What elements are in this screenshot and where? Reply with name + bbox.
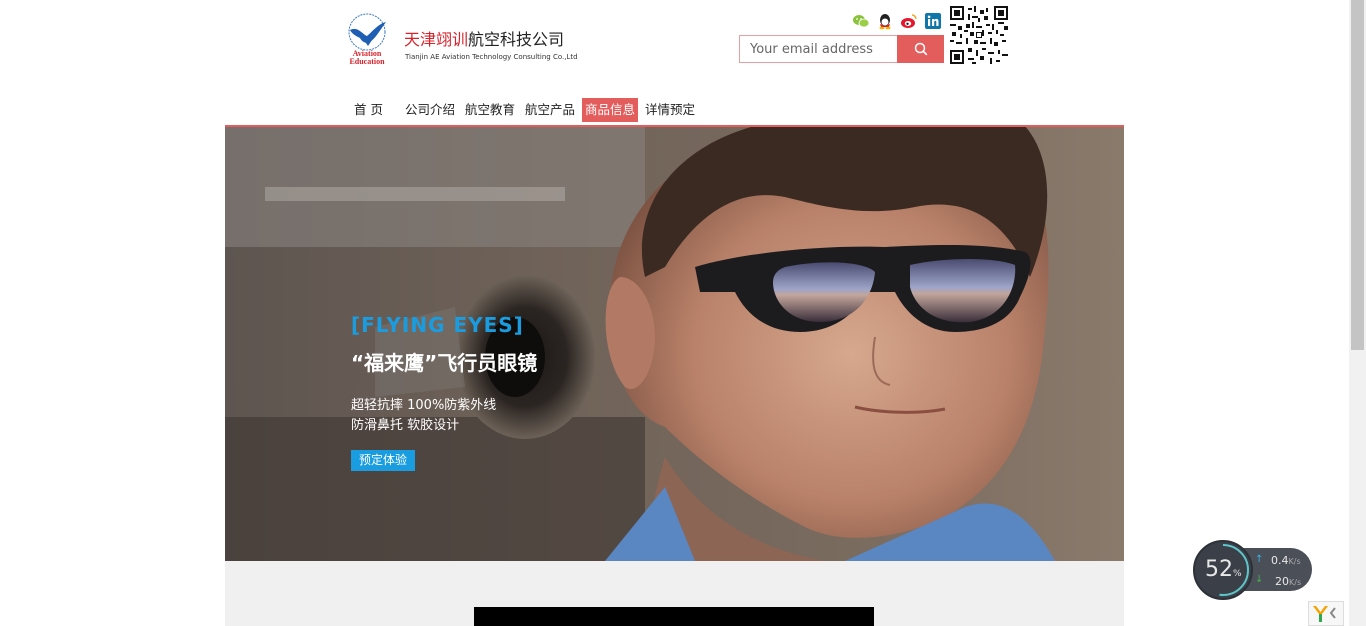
- logo-chinese-name: 天津翊训航空科技公司: [404, 30, 564, 50]
- book-experience-button[interactable]: 预定体验: [351, 450, 416, 471]
- company-logo[interactable]: Aviation Education 天津翊训航空科技公司 Tianjin AE…: [340, 12, 600, 68]
- main-nav: 首 页 公司介绍 航空教育 航空产品 商品信息 详情预定: [343, 98, 702, 122]
- memory-usage-percent: 52%: [1205, 557, 1242, 582]
- nav-item-aviation-products[interactable]: 航空产品: [522, 98, 578, 122]
- logo-cn-red: 天津翊训: [404, 30, 469, 49]
- logo-english-name: Tianjin AE Aviation Technology Consultin…: [405, 53, 578, 61]
- weibo-icon[interactable]: [900, 12, 918, 30]
- nav-item-product-info[interactable]: 商品信息: [582, 98, 639, 122]
- download-arrow-icon: ↓: [1255, 574, 1264, 585]
- page: Aviation Education 天津翊训航空科技公司 Tianjin AE…: [0, 0, 1366, 626]
- upload-arrow-icon: ↑: [1255, 554, 1264, 565]
- hero-photo-pilot-sunglasses: [225, 127, 1124, 561]
- qr-code-image: [950, 6, 1008, 64]
- download-speed: 20K/s: [1275, 575, 1302, 588]
- page-scrollbar-thumb[interactable]: [1351, 0, 1364, 350]
- logo-emblem-line2: Education: [349, 57, 385, 66]
- hero-feature-line-2: 防滑鼻托 软胶设计: [351, 418, 460, 433]
- hero-tagline: [FLYING EYES]: [351, 313, 524, 337]
- logo-emblem-text: Aviation Education: [340, 50, 394, 66]
- wechat-icon[interactable]: [852, 12, 870, 30]
- nav-item-company-intro[interactable]: 公司介绍: [402, 98, 458, 122]
- social-links: [852, 12, 942, 30]
- qq-icon[interactable]: [876, 12, 894, 30]
- linkedin-icon[interactable]: [924, 12, 942, 30]
- nav-item-home[interactable]: 首 页: [343, 98, 394, 122]
- upload-speed: 0.4K/s: [1271, 554, 1301, 567]
- nav-item-booking-details[interactable]: 详情预定: [642, 98, 698, 122]
- corner-app-logo-icon[interactable]: [1308, 601, 1344, 626]
- video-player[interactable]: [474, 607, 874, 626]
- hero-feature-line-1: 超轻抗摔 100%防紫外线: [351, 398, 497, 413]
- email-field[interactable]: [740, 36, 897, 62]
- hero-title: “福来鹰”飞行员眼镜: [351, 351, 538, 375]
- logo-cn-rest: 航空科技公司: [468, 30, 565, 49]
- search-button[interactable]: [897, 35, 944, 63]
- hero-banner: [FLYING EYES] “福来鹰”飞行员眼镜 超轻抗摔 100%防紫外线 防…: [225, 127, 1124, 561]
- search-icon: [914, 42, 927, 56]
- email-field-wrapper: [739, 35, 897, 63]
- network-speed-widget[interactable]: 52% ↑ 0.4K/s ↓ 20K/s: [1193, 540, 1313, 600]
- nav-item-aviation-education[interactable]: 航空教育: [462, 98, 518, 122]
